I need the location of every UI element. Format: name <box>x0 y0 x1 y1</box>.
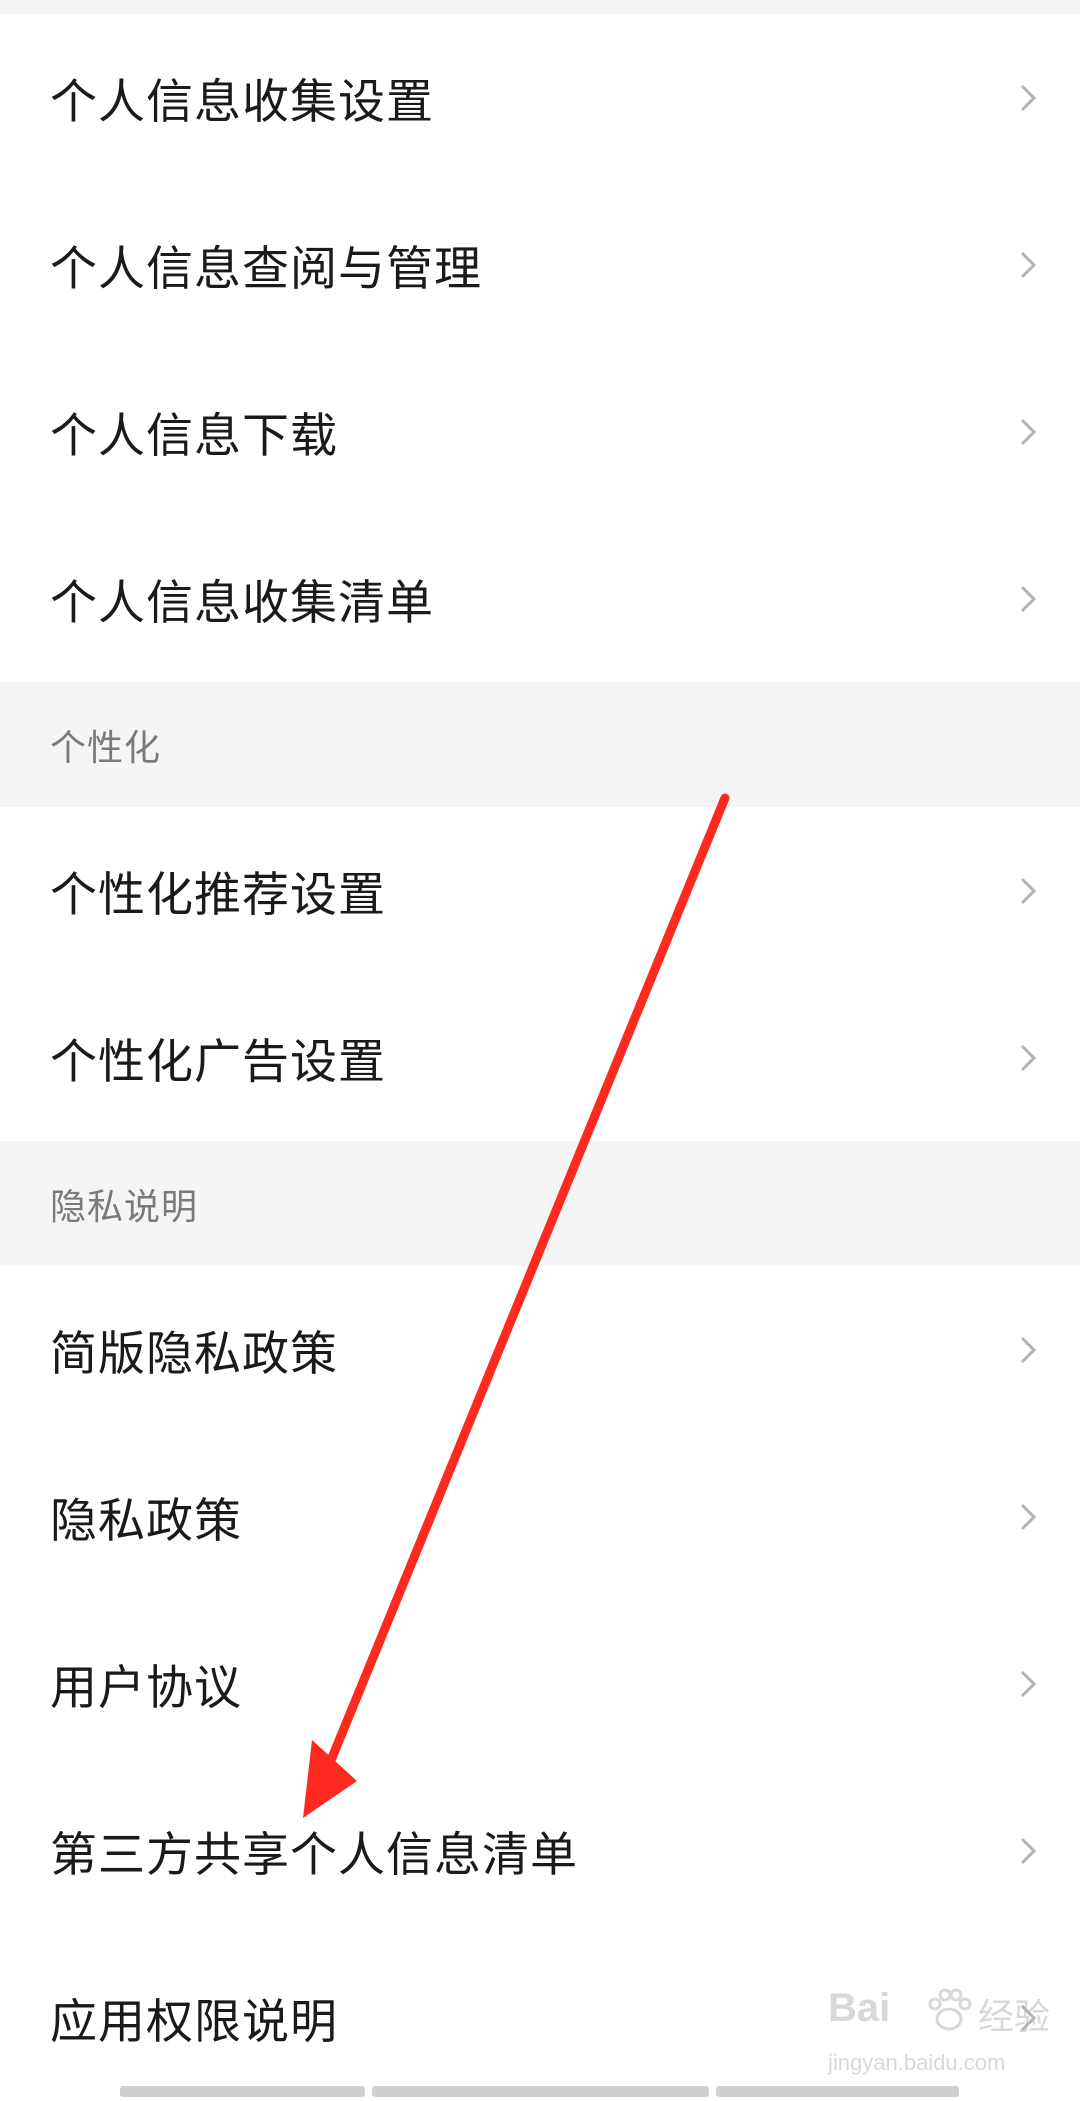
menu-item-label: 个人信息下载 <box>50 409 338 464</box>
menu-item-personalized-ads[interactable]: 个性化广告设置 <box>0 974 1080 1141</box>
chevron-right-icon <box>1020 1837 1037 1864</box>
menu-item-privacy-policy[interactable]: 隐私政策 <box>0 1433 1080 1600</box>
paw-icon <box>928 1988 972 2031</box>
chevron-right-icon <box>1020 1336 1037 1363</box>
section-header-privacy-notes: 隐私说明 <box>0 1141 1080 1266</box>
chevron-right-icon <box>1020 251 1037 278</box>
bottom-bar-segment <box>120 2086 365 2097</box>
menu-item-personal-info-view-manage[interactable]: 个人信息查阅与管理 <box>0 181 1080 348</box>
top-divider <box>0 0 1080 14</box>
section-label: 个性化 <box>50 727 162 769</box>
menu-item-personalized-recommendation[interactable]: 个性化推荐设置 <box>0 807 1080 974</box>
privacy-notes-group: 简版隐私政策 隐私政策 用户协议 第三方共享个人信息清单 应用权限说明 <box>0 1266 1080 2101</box>
menu-item-brief-privacy-policy[interactable]: 简版隐私政策 <box>0 1266 1080 1433</box>
menu-item-personal-info-collection-list[interactable]: 个人信息收集清单 <box>0 515 1080 682</box>
bottom-bar-segment <box>716 2086 959 2097</box>
personalization-group: 个性化推荐设置 个性化广告设置 <box>0 807 1080 1141</box>
chevron-right-icon <box>1020 418 1037 445</box>
chevron-right-icon <box>1020 1044 1037 1071</box>
section-label: 隐私说明 <box>50 1186 199 1228</box>
bottom-bar-segment <box>372 2086 709 2097</box>
personal-info-group: 个人信息收集设置 个人信息查阅与管理 个人信息下载 个人信息收集清单 <box>0 14 1080 682</box>
privacy-settings-page: 个人信息收集设置 个人信息查阅与管理 个人信息下载 个人信息收集清单 个性化 个… <box>0 0 1080 2101</box>
chevron-right-icon <box>1020 877 1037 904</box>
menu-item-label: 个人信息收集设置 <box>50 75 434 130</box>
menu-item-label: 简版隐私政策 <box>50 1327 338 1382</box>
section-header-personalization: 个性化 <box>0 682 1080 807</box>
menu-item-user-agreement[interactable]: 用户协议 <box>0 1600 1080 1767</box>
watermark-url: jingyan.baidu.com <box>828 2050 1006 2075</box>
menu-item-personal-info-download[interactable]: 个人信息下载 <box>0 348 1080 515</box>
watermark-logo-text: Bai <box>828 1986 891 2030</box>
menu-item-label: 应用权限说明 <box>50 1995 338 2050</box>
chevron-right-icon <box>1020 1670 1037 1697</box>
menu-item-label: 个人信息收集清单 <box>50 576 434 631</box>
menu-item-label: 隐私政策 <box>50 1494 242 1549</box>
watermark-brand: 经验 <box>978 1997 1051 2038</box>
chevron-right-icon <box>1020 585 1037 612</box>
menu-item-label: 第三方共享个人信息清单 <box>50 1828 578 1883</box>
menu-item-label: 个人信息查阅与管理 <box>50 242 482 297</box>
menu-item-third-party-sharing-list[interactable]: 第三方共享个人信息清单 <box>0 1767 1080 1934</box>
chevron-right-icon <box>1020 84 1037 111</box>
menu-item-personal-info-collection-settings[interactable]: 个人信息收集设置 <box>0 14 1080 181</box>
menu-item-label: 个性化广告设置 <box>50 1035 386 1090</box>
chevron-right-icon <box>1020 1503 1037 1530</box>
baidu-jingyan-watermark: Bai 经验 jingyan.baidu.com <box>820 1980 1065 2085</box>
menu-item-label: 个性化推荐设置 <box>50 868 386 923</box>
menu-item-label: 用户协议 <box>50 1661 242 1716</box>
